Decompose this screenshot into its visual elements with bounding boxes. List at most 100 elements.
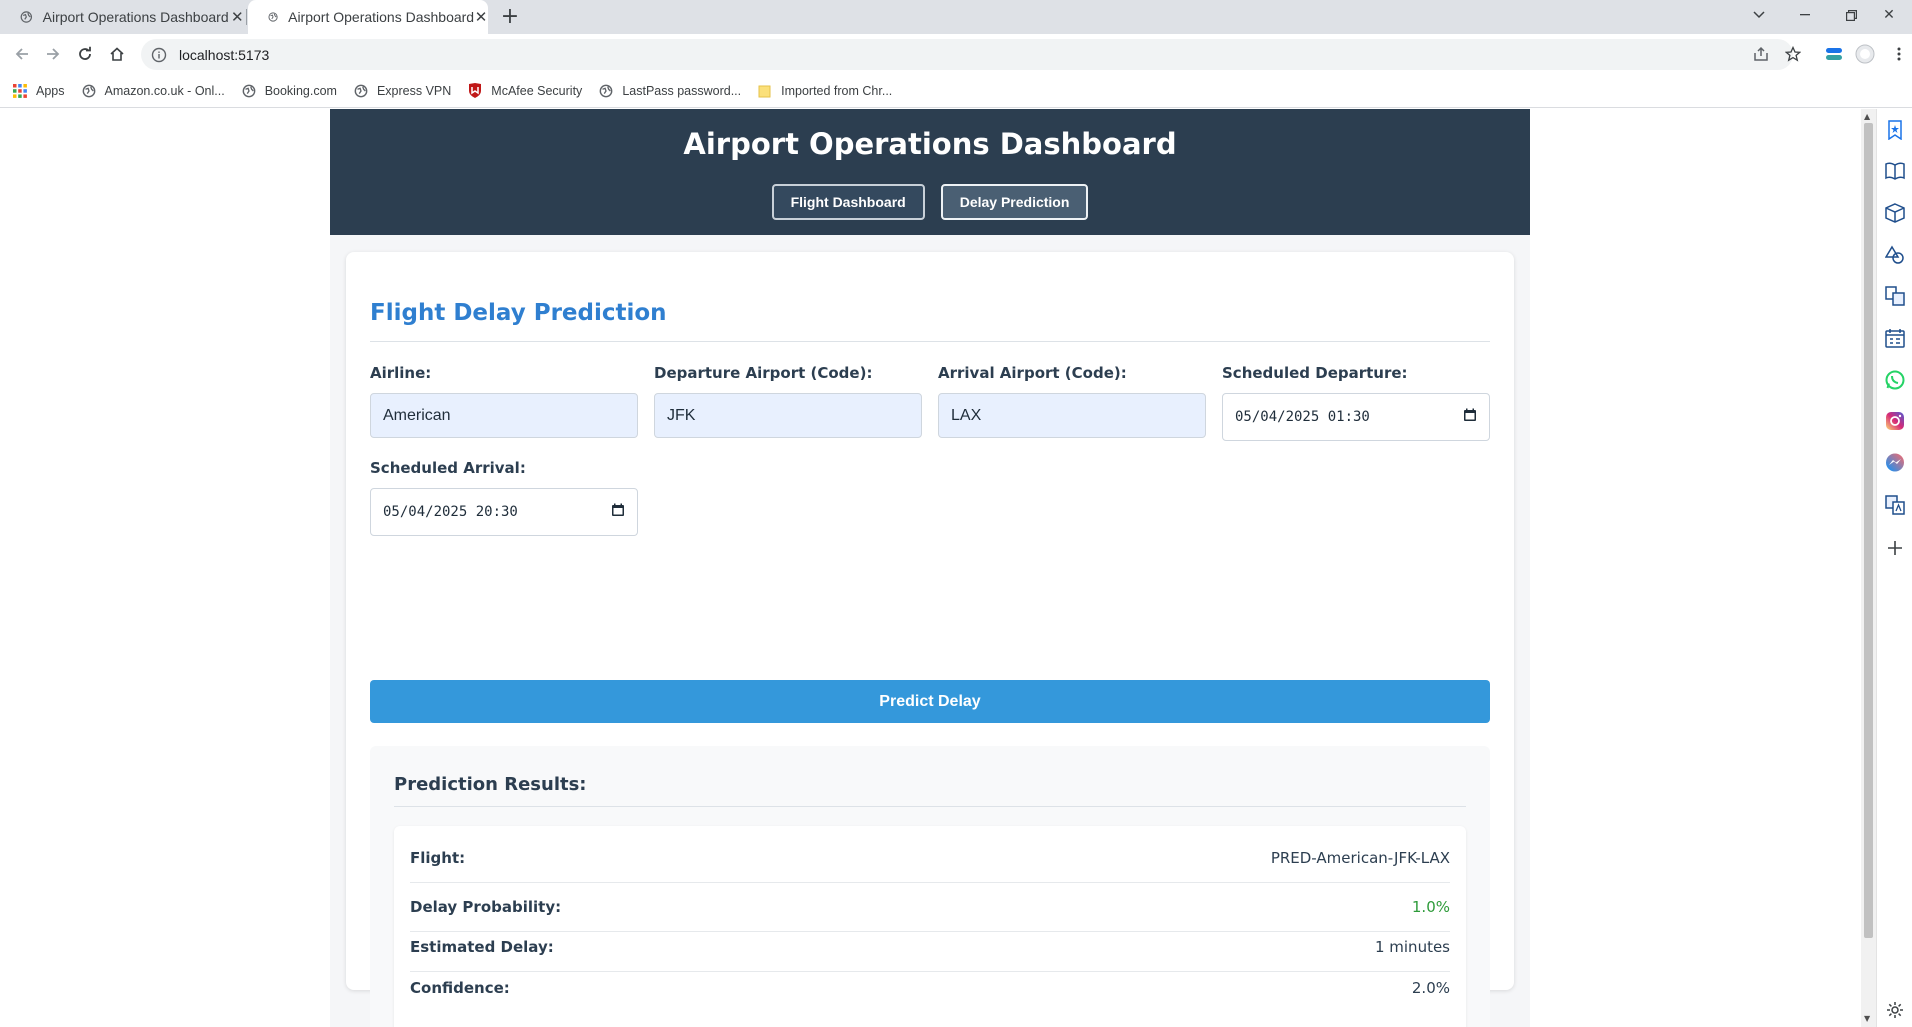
predict-delay-button[interactable]: Predict Delay: [370, 680, 1490, 723]
globe-icon: [598, 83, 614, 99]
forward-arrow-icon[interactable]: [41, 42, 65, 66]
translate-icon[interactable]: [1884, 494, 1906, 516]
tab-separator: [246, 9, 247, 25]
bookmark-expressvpn[interactable]: Express VPN: [353, 83, 451, 99]
arrival-airport-input[interactable]: LAX: [938, 393, 1206, 438]
page-viewport: Airport Operations Dashboard Flight Dash…: [0, 109, 1861, 1027]
reading-list-icon[interactable]: [1884, 160, 1906, 182]
browser-toolbar: localhost:5173: [0, 34, 1912, 74]
share-icon[interactable]: [1750, 43, 1772, 65]
scrollbar-thumb[interactable]: [1864, 123, 1873, 938]
prediction-results-panel: Prediction Results: Flight: PRED-America…: [370, 746, 1490, 1027]
delay-prediction-button[interactable]: Delay Prediction: [940, 184, 1089, 220]
browser-side-panel: [1876, 109, 1912, 1027]
app-title: Airport Operations Dashboard: [683, 127, 1177, 161]
bookmark-star-icon[interactable]: [1782, 43, 1804, 65]
divider: [394, 806, 1466, 807]
result-row-flight: Flight: PRED-American-JFK-LAX: [410, 834, 1450, 883]
minimize-icon[interactable]: [1782, 0, 1828, 30]
departure-field-group: Departure Airport (Code): JFK: [654, 364, 922, 438]
browser-menu-icon[interactable]: [1888, 43, 1910, 65]
globe-icon: [241, 83, 257, 99]
bookmarks-bar: Apps Amazon.co.uk - Onl... Booking.com E…: [0, 74, 1912, 108]
mcafee-shield-icon: [467, 83, 483, 99]
instagram-icon[interactable]: [1884, 410, 1906, 432]
browser-tab-active[interactable]: Airport Operations Dashboard ✕: [248, 0, 488, 34]
tab-title: Airport Operations Dashboard: [288, 9, 475, 25]
scheduled-departure-label: Scheduled Departure:: [1222, 364, 1408, 382]
tab-search-chevron-icon[interactable]: [1736, 0, 1782, 30]
shapes-icon[interactable]: [1884, 244, 1906, 266]
bookmark-label: Express VPN: [376, 83, 452, 98]
globe-icon: [268, 12, 278, 22]
results-heading: Prediction Results:: [394, 774, 587, 795]
globe-icon: [81, 83, 97, 99]
bookmark-apps[interactable]: Apps: [12, 83, 65, 99]
apps-grid-icon: [12, 83, 28, 99]
bookmark-lastpass[interactable]: LastPass password...: [598, 83, 741, 99]
home-icon[interactable]: [105, 42, 129, 66]
airline-input[interactable]: American: [370, 393, 638, 438]
scroll-up-arrow-icon[interactable]: ▲: [1864, 112, 1870, 121]
scheduled-arrival-field-group: Scheduled Arrival: 05/04/2025 20:30: [370, 459, 638, 536]
results-list: Flight: PRED-American-JFK-LAX Delay Prob…: [394, 826, 1466, 1027]
airline-label: Airline:: [370, 364, 432, 382]
extension-icon[interactable]: [1823, 43, 1845, 65]
new-tab-icon[interactable]: +: [498, 4, 522, 30]
messenger-icon[interactable]: [1884, 452, 1906, 474]
browser-tab[interactable]: Airport Operations Dashboard ✕: [0, 0, 246, 34]
result-label: Delay Probability:: [410, 898, 562, 916]
prediction-heading: Flight Delay Prediction: [370, 300, 667, 326]
bookmark-booking[interactable]: Booking.com: [241, 83, 337, 99]
site-info-icon[interactable]: [151, 47, 167, 63]
bookmark-label: LastPass password...: [622, 83, 742, 98]
translate-pages-icon[interactable]: [1884, 285, 1906, 307]
result-value: 2.0%: [1411, 978, 1450, 997]
divider: [370, 341, 1490, 342]
bookmark-label: Apps: [36, 83, 65, 98]
result-value: 1.0%: [1411, 898, 1450, 916]
result-label: Confidence:: [410, 978, 510, 997]
bookmark-mcafee[interactable]: McAfee Security: [467, 83, 582, 99]
scheduled-departure-value: 05/04/2025 01:30: [1235, 409, 1370, 425]
main-nav: Flight Dashboard Delay Prediction: [330, 184, 1530, 220]
flight-dashboard-button[interactable]: Flight Dashboard: [771, 184, 925, 220]
browser-tab-strip: Airport Operations Dashboard ✕ Airport O…: [0, 0, 1912, 34]
page-scrollbar[interactable]: ▲ ▼: [1861, 109, 1876, 1027]
reload-icon[interactable]: [73, 42, 97, 66]
scheduled-departure-field-group: Scheduled Departure: 05/04/2025 01:30: [1222, 364, 1490, 441]
settings-gear-icon[interactable]: [1884, 999, 1906, 1021]
close-window-icon[interactable]: ✕: [1866, 0, 1912, 30]
result-row-confidence: Confidence: 2.0%: [410, 963, 1450, 1012]
scheduled-departure-input[interactable]: 05/04/2025 01:30: [1222, 393, 1490, 441]
scroll-down-arrow-icon[interactable]: ▼: [1864, 1014, 1870, 1023]
departure-airport-label: Departure Airport (Code):: [654, 364, 873, 382]
address-bar[interactable]: localhost:5173: [141, 39, 1793, 70]
back-arrow-icon[interactable]: [10, 42, 34, 66]
bookmark-sidebar-icon[interactable]: [1884, 119, 1906, 141]
prediction-card: Flight Delay Prediction Airline: America…: [346, 252, 1514, 1027]
airline-field-group: Airline: American: [370, 364, 638, 438]
bookmark-label: Imported from Chr...: [781, 83, 893, 98]
scheduled-arrival-input[interactable]: 05/04/2025 20:30: [370, 488, 638, 536]
close-tab-icon[interactable]: ✕: [229, 8, 246, 26]
add-sidebar-icon[interactable]: [1884, 537, 1906, 559]
whatsapp-icon[interactable]: [1884, 369, 1906, 391]
bookmark-label: Booking.com: [264, 83, 337, 98]
calendar-icon[interactable]: [611, 503, 625, 521]
scheduled-arrival-label: Scheduled Arrival:: [370, 459, 526, 477]
bookmark-amazon[interactable]: Amazon.co.uk - Onl...: [81, 83, 225, 99]
globe-icon: [353, 83, 369, 99]
result-value: PRED-American-JFK-LAX: [1270, 849, 1450, 867]
result-label: Estimated Delay:: [410, 938, 554, 956]
bookmark-folder-imported[interactable]: Imported from Chr...: [757, 83, 892, 99]
box-icon[interactable]: [1884, 202, 1906, 224]
arrival-airport-label: Arrival Airport (Code):: [938, 364, 1127, 382]
app-container: Airport Operations Dashboard Flight Dash…: [330, 109, 1530, 1027]
tab-title: Airport Operations Dashboard: [42, 9, 229, 25]
close-tab-icon[interactable]: ✕: [474, 8, 488, 26]
calendar-sidebar-icon[interactable]: [1884, 327, 1906, 349]
departure-airport-input[interactable]: JFK: [654, 393, 922, 438]
profile-avatar-icon[interactable]: [1854, 43, 1876, 65]
calendar-icon[interactable]: [1463, 408, 1477, 426]
